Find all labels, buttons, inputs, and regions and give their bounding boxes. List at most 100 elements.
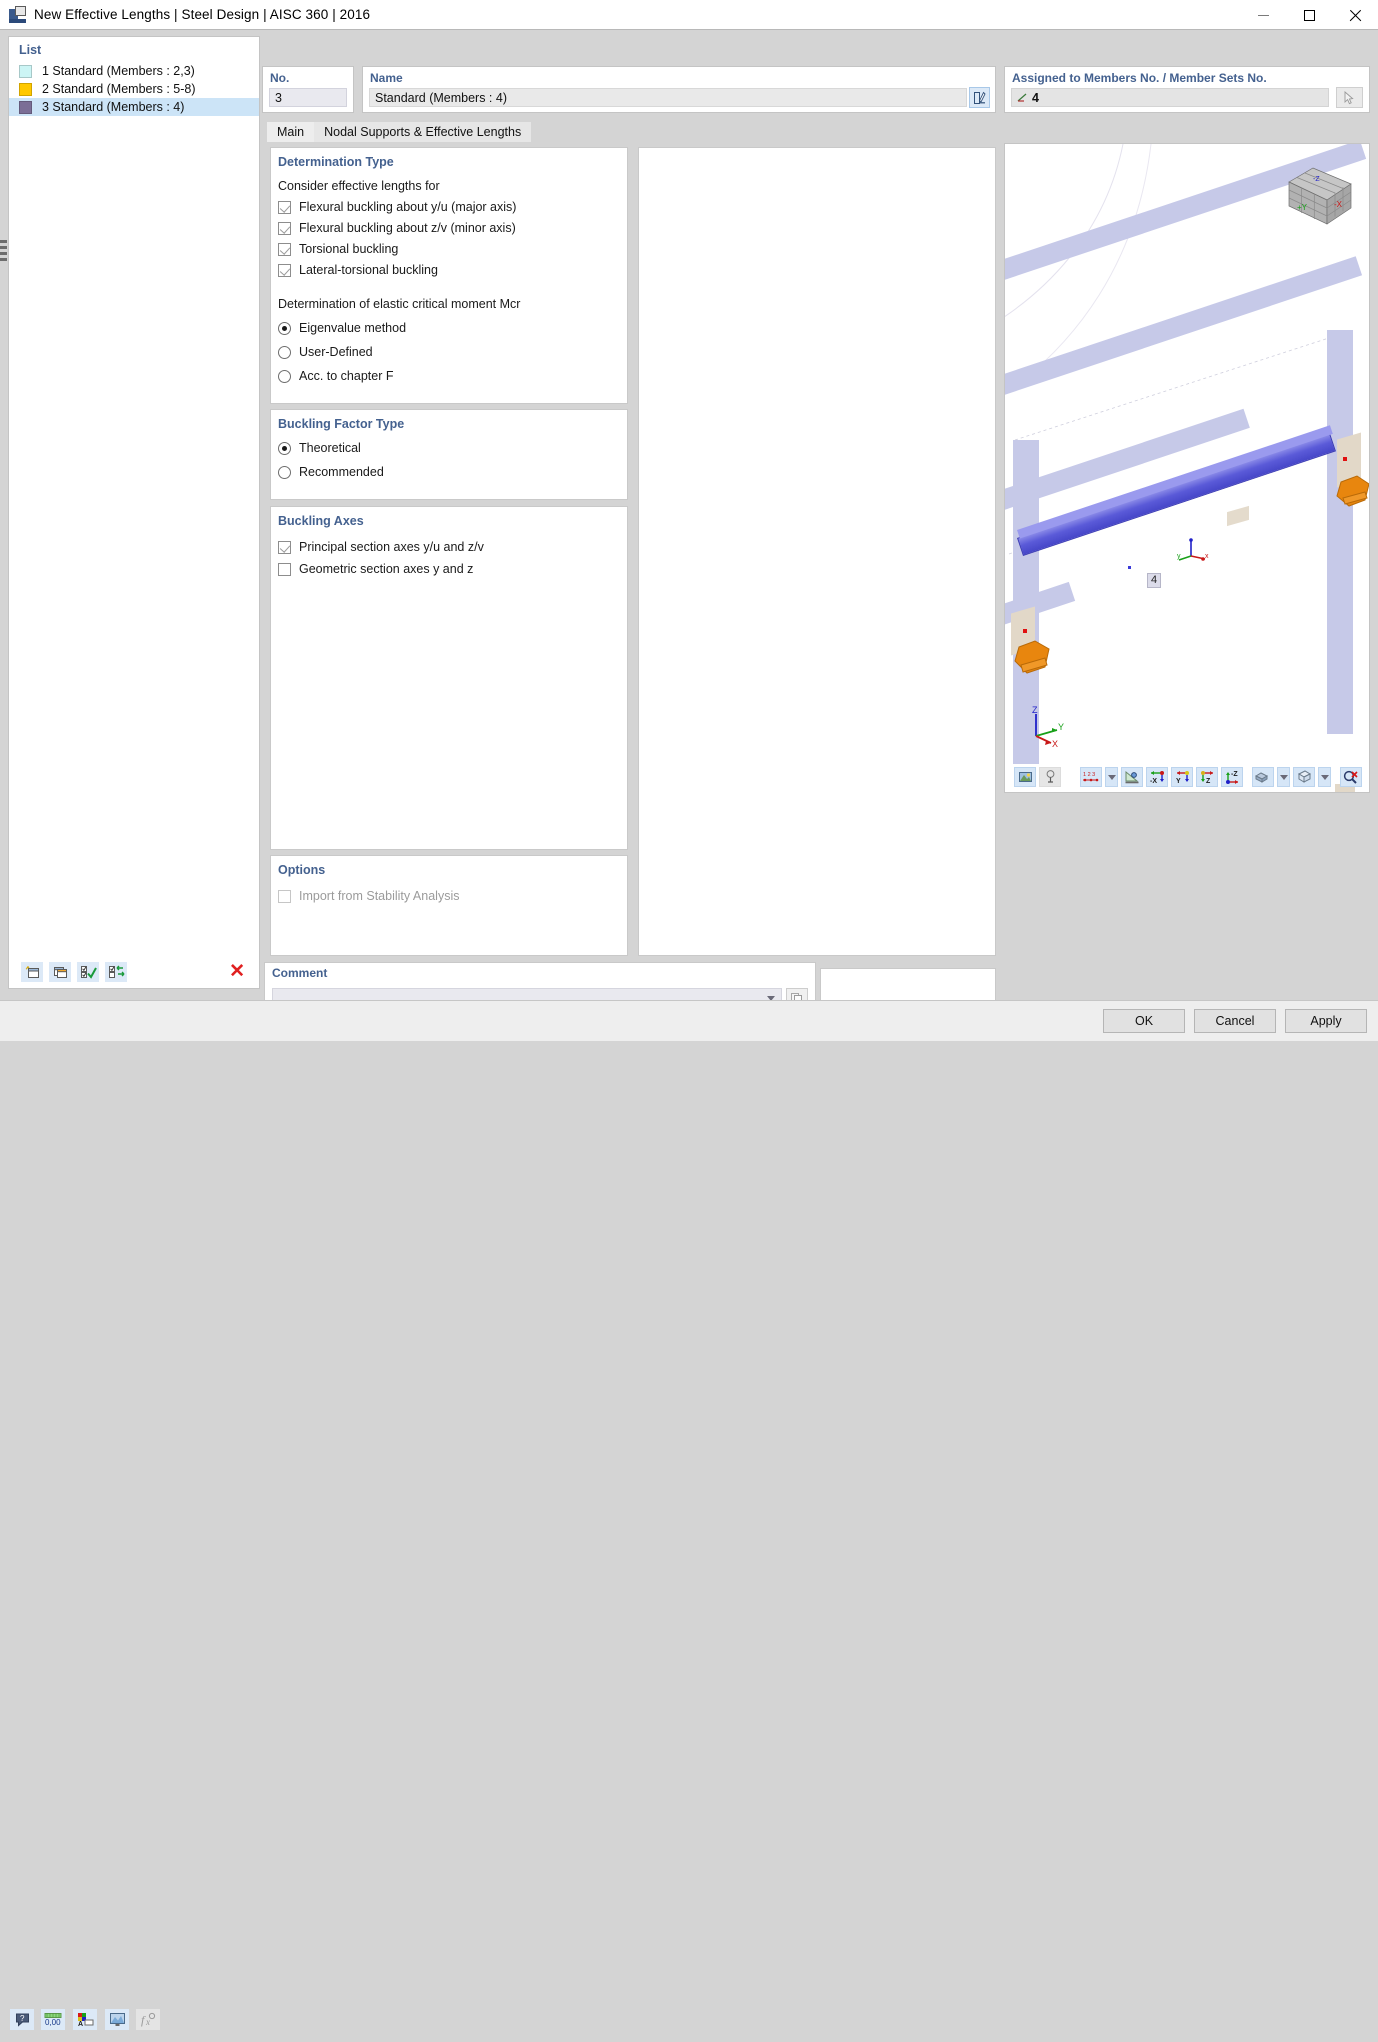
checkbox-icon [278, 243, 291, 256]
cancel-button[interactable]: Cancel [1194, 1009, 1276, 1033]
numbering-dropdown[interactable] [1105, 767, 1118, 787]
radio-icon [278, 442, 291, 455]
ok-button[interactable]: OK [1103, 1009, 1185, 1033]
model-viewport[interactable]: x y 4 -Z +Y -X [1004, 143, 1370, 793]
zoom-reset-button[interactable] [1340, 767, 1362, 787]
assigned-label: Assigned to Members No. / Member Sets No… [1005, 67, 1369, 85]
invert-check-button[interactable] [105, 962, 127, 982]
svg-text:A: A [78, 2021, 83, 2027]
local-axes-icon: x y [1177, 536, 1211, 562]
radio-theoretical[interactable]: Theoretical [271, 441, 627, 455]
apply-button[interactable]: Apply [1285, 1009, 1367, 1033]
global-axes-triad: Z Y X [1027, 704, 1067, 744]
svg-text:0,00: 0,00 [45, 2018, 61, 2027]
window-title: New Effective Lengths | Steel Design | A… [34, 7, 370, 22]
units-button[interactable]: 0,00 [41, 2009, 65, 2030]
check-all-button[interactable] [77, 962, 99, 982]
view-minus-z-icon: -Z [1224, 770, 1241, 784]
checkbox-label: Flexural buckling about y/u (major axis) [299, 200, 516, 214]
copy-item-button[interactable] [49, 962, 71, 982]
assigned-panel: Assigned to Members No. / Member Sets No… [1004, 66, 1370, 113]
radio-user-defined[interactable]: User-Defined [271, 345, 627, 359]
svg-text:Z: Z [1206, 778, 1211, 784]
navigation-cube-icon: -Z +Y -X [1283, 162, 1357, 230]
checkbox-flexural-zv[interactable]: Flexural buckling about z/v (minor axis) [271, 221, 627, 235]
svg-text:y: y [1177, 553, 1181, 560]
radio-acc-chapter-f[interactable]: Acc. to chapter F [271, 369, 627, 383]
node-marker [1343, 457, 1347, 461]
maximize-button[interactable] [1286, 0, 1332, 30]
determination-type-group: Determination Type Consider effective le… [270, 147, 628, 404]
numbering-button[interactable]: 1 2 3 [1080, 767, 1102, 787]
chevron-down-icon [1280, 775, 1288, 780]
checkbox-label: Geometric section axes y and z [299, 562, 473, 576]
checkbox-label: Flexural buckling about z/v (minor axis) [299, 221, 516, 235]
minimize-button[interactable] [1240, 0, 1286, 30]
radio-eigenvalue-method[interactable]: Eigenvalue method [271, 321, 627, 335]
display-properties-button[interactable]: A [73, 2009, 97, 2030]
svg-text:1 2 3: 1 2 3 [1083, 772, 1095, 778]
new-item-button[interactable] [21, 962, 43, 982]
svg-text:Z: Z [1032, 705, 1038, 715]
left-edge-strip [0, 30, 7, 1000]
assigned-pick-button[interactable] [1336, 87, 1363, 108]
number-panel: No. 3 [262, 66, 354, 113]
app-icon [9, 6, 26, 23]
radio-label: Theoretical [299, 441, 361, 455]
list-item[interactable]: 2 Standard (Members : 5-8) [9, 80, 259, 98]
render-mode-button[interactable] [1014, 767, 1036, 787]
name-edit-button[interactable] [969, 87, 990, 108]
list-item-label: 3 Standard (Members : 4) [42, 100, 184, 114]
number-input[interactable]: 3 [269, 88, 347, 107]
new-window-icon [25, 965, 40, 979]
checkbox-torsional[interactable]: Torsional buckling [271, 242, 627, 256]
chevron-down-icon [1321, 775, 1329, 780]
navigation-cube[interactable]: -Z +Y -X [1283, 162, 1357, 230]
svg-text:Y: Y [1176, 778, 1181, 784]
checkbox-label: Torsional buckling [299, 242, 398, 256]
title-bar: New Effective Lengths | Steel Design | A… [0, 0, 1378, 30]
help-button[interactable]: ? [10, 2009, 34, 2030]
svg-text:-X: -X [1150, 778, 1157, 784]
checkbox-geometric-axes[interactable]: Geometric section axes y and z [271, 562, 627, 576]
color-label-icon: A [77, 2012, 94, 2027]
color-swatch [19, 83, 32, 96]
wireframe-button[interactable] [1293, 767, 1315, 787]
render-style-dropdown[interactable] [1277, 767, 1290, 787]
radio-recommended[interactable]: Recommended [271, 465, 627, 479]
render-style-button[interactable] [1252, 767, 1274, 787]
view-minus-x-button[interactable]: -X [1146, 767, 1168, 787]
delete-item-button[interactable]: ✕ [229, 962, 245, 981]
minimize-icon [1258, 15, 1269, 16]
dialog-body: List 1 Standard (Members : 2,3) 2 Standa… [0, 30, 1378, 1000]
render-mode-icon [1018, 770, 1033, 784]
close-button[interactable] [1332, 0, 1378, 30]
numbering-123-icon: 1 2 3 [1082, 770, 1100, 784]
name-input[interactable]: Standard (Members : 4) [369, 88, 967, 107]
svg-text:X: X [1052, 739, 1058, 748]
list-title: List [9, 37, 259, 61]
tab-nodal-supports[interactable]: Nodal Supports & Effective Lengths [314, 122, 531, 142]
checkbox-flexural-yu[interactable]: Flexural buckling about y/u (major axis) [271, 200, 627, 214]
wireframe-dropdown[interactable] [1318, 767, 1331, 787]
graphic-button[interactable] [105, 2009, 129, 2030]
checkbox-label: Lateral-torsional buckling [299, 263, 438, 277]
global-axes-icon: Z Y X [1027, 704, 1071, 748]
radio-icon [278, 466, 291, 479]
dimensions-button[interactable] [1121, 767, 1143, 787]
checkbox-principal-axes[interactable]: Principal section axes y/u and z/v [271, 540, 627, 554]
tab-main[interactable]: Main [267, 122, 314, 142]
color-swatch [19, 101, 32, 114]
view-y-button[interactable]: Y [1171, 767, 1193, 787]
print-button[interactable] [1039, 767, 1061, 787]
view-minus-x-icon: -X [1149, 770, 1166, 784]
view-minus-z-button[interactable]: -Z [1221, 767, 1243, 787]
svg-text:Y: Y [1058, 722, 1064, 732]
view-z-button[interactable]: Z [1196, 767, 1218, 787]
assigned-input[interactable]: 4 [1011, 88, 1329, 107]
node-marker [1128, 566, 1131, 569]
checkbox-lateral-torsional[interactable]: Lateral-torsional buckling [271, 263, 627, 277]
list-item[interactable]: 1 Standard (Members : 2,3) [9, 62, 259, 80]
list-item[interactable]: 3 Standard (Members : 4) [9, 98, 259, 116]
chevron-down-icon [1108, 775, 1116, 780]
